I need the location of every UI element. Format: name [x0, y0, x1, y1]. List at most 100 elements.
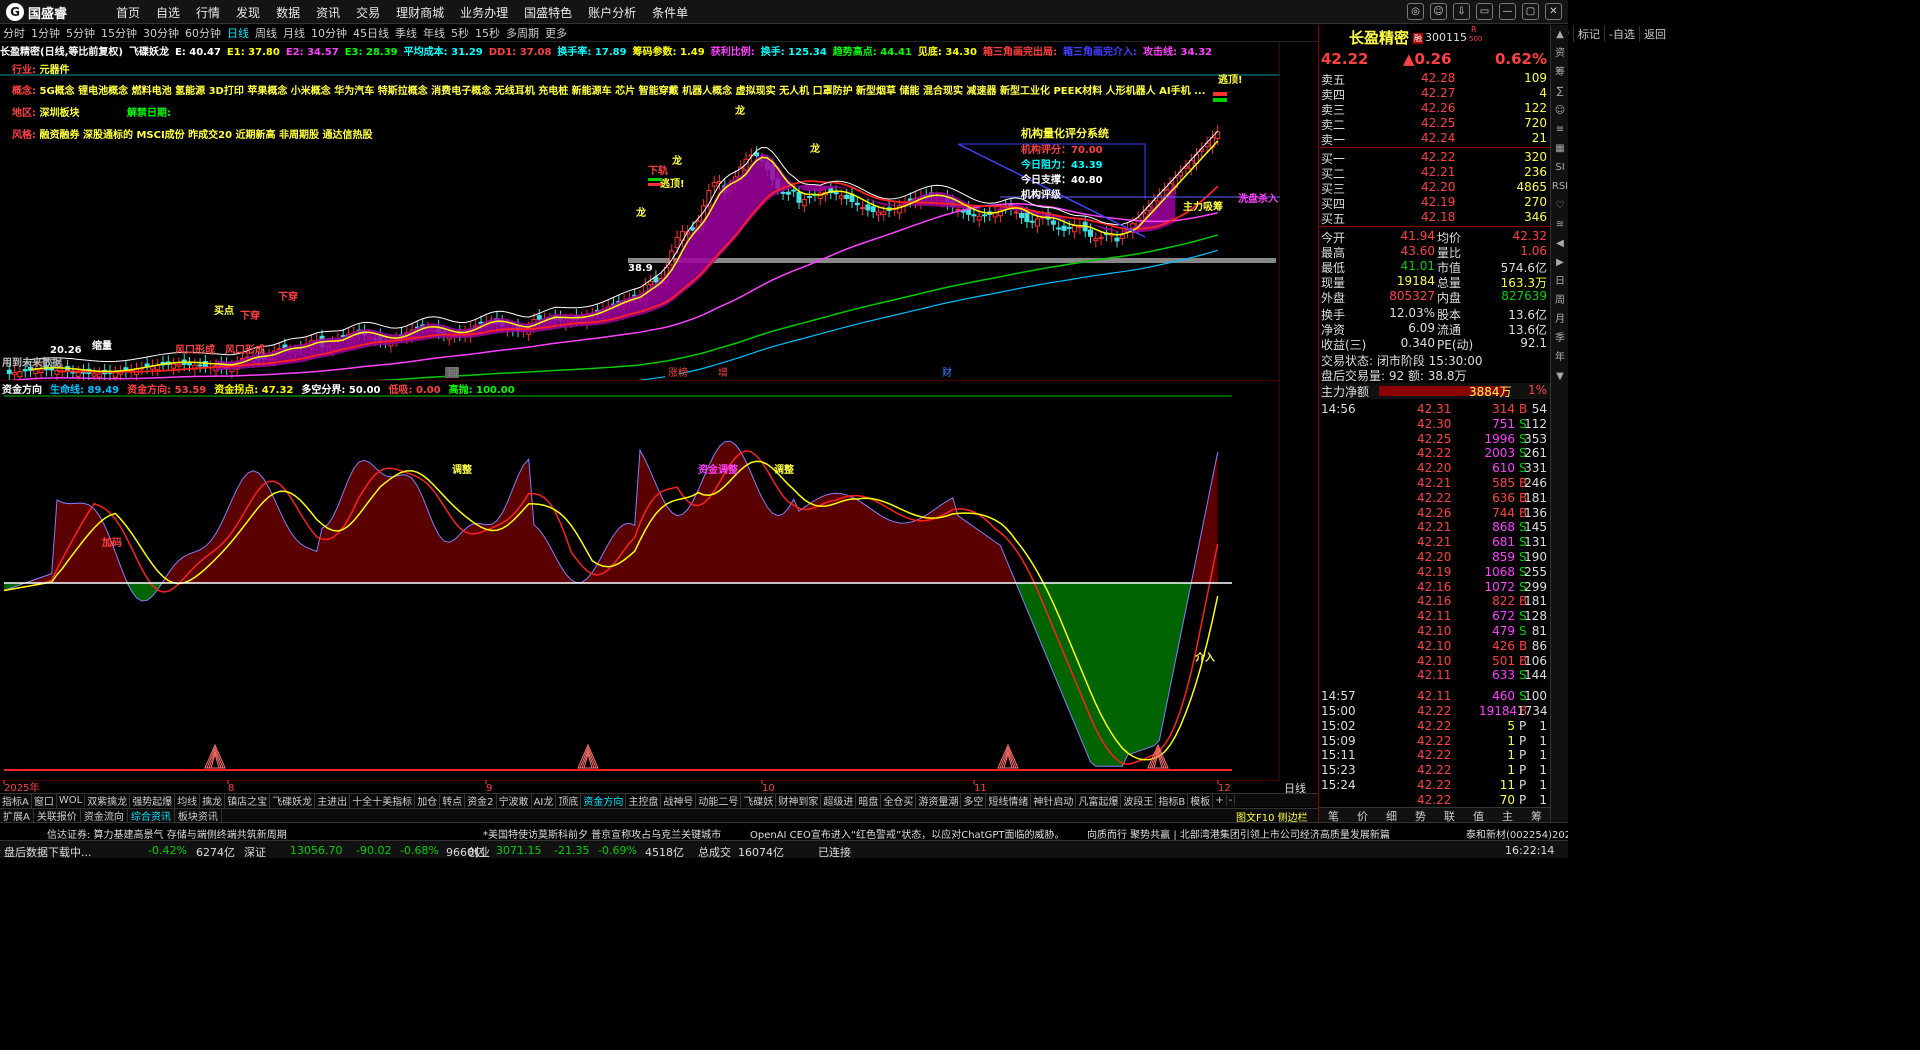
- period-14[interactable]: 15秒: [472, 25, 503, 41]
- ask-row[interactable]: 卖五 42.28 109: [1319, 71, 1551, 87]
- period-6[interactable]: 日线: [224, 25, 252, 41]
- window-control-icon-4[interactable]: —: [1499, 3, 1516, 20]
- sidebar-icon-0[interactable]: ▲: [1551, 25, 1569, 44]
- indicator-tab-6[interactable]: 擒龙: [200, 793, 226, 808]
- sidebar-icon-1[interactable]: 资: [1551, 44, 1569, 63]
- period-3[interactable]: 15分钟: [98, 25, 140, 41]
- indicator-tab-27[interactable]: 多空: [961, 793, 987, 808]
- window-control-icon-0[interactable]: ◎: [1407, 3, 1424, 20]
- window-control-icon-5[interactable]: ▢: [1522, 3, 1539, 20]
- indicator-tab-31[interactable]: 波段王: [1121, 793, 1157, 808]
- news-ticker[interactable]: 信达证券: 算力基建高景气 存储与端侧终端共筑新周期 *美国特使访莫斯科前夕 普京…: [0, 822, 1568, 840]
- bid-row[interactable]: 买四 42.19 270: [1319, 195, 1551, 211]
- ask-row[interactable]: 卖四 42.27 4: [1319, 86, 1551, 102]
- sidebar-icon-7[interactable]: SI: [1551, 158, 1569, 177]
- menu-item-10[interactable]: 账户分析: [580, 4, 644, 21]
- indicator-tab-22[interactable]: 财神到家: [776, 793, 822, 808]
- sidebar-icon-17[interactable]: 年: [1551, 348, 1569, 367]
- menu-item-3[interactable]: 发现: [228, 4, 268, 21]
- bid-row[interactable]: 买五 42.18 346: [1319, 210, 1551, 226]
- sidebar-icon-10[interactable]: ≋: [1551, 215, 1569, 234]
- period-0[interactable]: 分时: [0, 25, 28, 41]
- indicator-tab-21[interactable]: 飞碟妖: [741, 793, 777, 808]
- indicator-tab-4[interactable]: 强势起爆: [130, 793, 176, 808]
- sidebar-icon-2[interactable]: 筹: [1551, 63, 1569, 82]
- period-16[interactable]: 更多: [542, 25, 570, 41]
- sub-tab-0[interactable]: 扩展A: [0, 808, 34, 823]
- indicator-tab-23[interactable]: 超级进: [821, 793, 857, 808]
- menu-item-4[interactable]: 数据: [268, 4, 308, 21]
- quote-tab-5[interactable]: 值: [1473, 808, 1484, 823]
- sidebar-icon-4[interactable]: ☺: [1551, 101, 1569, 120]
- fund-direction-chart[interactable]: 100.090.0080.0070.0060.0050.0040.0030.00…: [0, 380, 1280, 780]
- period-2[interactable]: 5分钟: [63, 25, 98, 41]
- news-item[interactable]: 信达证券: 算力基建高景气 存储与端侧终端共筑新周期: [47, 826, 287, 840]
- menu-item-2[interactable]: 行情: [188, 4, 228, 21]
- indicator-tab-2[interactable]: WOL: [57, 795, 86, 806]
- period-15[interactable]: 多周期: [503, 25, 542, 41]
- ask-row[interactable]: 卖三 42.26 122: [1319, 101, 1551, 117]
- indicator-tab-24[interactable]: 暗盘: [856, 793, 882, 808]
- sidebar-icon-5[interactable]: ≡: [1551, 120, 1569, 139]
- indicator-tab-20[interactable]: 动能二号: [696, 793, 742, 808]
- menu-item-6[interactable]: 交易: [348, 4, 388, 21]
- period-4[interactable]: 30分钟: [140, 25, 182, 41]
- sidebar-icon-8[interactable]: RSI: [1551, 177, 1569, 196]
- bid-row[interactable]: 买二 42.21 236: [1319, 165, 1551, 181]
- quote-tab-7[interactable]: 筹: [1531, 808, 1542, 823]
- sub-tab-3[interactable]: 综合资讯: [128, 808, 175, 823]
- quote-tab-0[interactable]: 笔: [1328, 808, 1339, 823]
- menu-item-1[interactable]: 自选: [148, 4, 188, 21]
- sub-tab-2[interactable]: 资金流向: [81, 808, 128, 823]
- indicator-tab-5[interactable]: 均线: [175, 793, 201, 808]
- window-control-icon-1[interactable]: ☺: [1430, 3, 1447, 20]
- indicator-tab-18[interactable]: 主控盘: [626, 793, 662, 808]
- indicator-tab-12[interactable]: 转点: [440, 793, 466, 808]
- indicator-tab-25[interactable]: 全仓买: [881, 793, 917, 808]
- indicator-tab-28[interactable]: 短线情绪: [986, 793, 1032, 808]
- menu-item-0[interactable]: 首页: [108, 4, 148, 21]
- menu-item-11[interactable]: 条件单: [644, 4, 696, 21]
- indicator-tab-15[interactable]: AI龙: [532, 793, 557, 808]
- indicator-tab-9[interactable]: 主进出: [315, 793, 351, 808]
- sidebar-icon-11[interactable]: ◀: [1551, 234, 1569, 253]
- indicator-tab-33[interactable]: 模板: [1188, 793, 1214, 808]
- ask-row[interactable]: 卖二 42.25 720: [1319, 116, 1551, 132]
- indicator-tab-29[interactable]: 神针启动: [1031, 793, 1077, 808]
- news-item[interactable]: *美国特使访莫斯科前夕 普京宣称攻占乌克兰关键城市: [483, 826, 721, 840]
- quote-tab-4[interactable]: 联: [1444, 808, 1455, 823]
- sidebar-icon-15[interactable]: 月: [1551, 310, 1569, 329]
- indicator-tab-8[interactable]: 飞碟妖龙: [270, 793, 316, 808]
- menu-item-9[interactable]: 国盛特色: [516, 4, 580, 21]
- sidebar-icon-14[interactable]: 周: [1551, 291, 1569, 310]
- period-11[interactable]: 季线: [392, 25, 420, 41]
- indicator-tab-3[interactable]: 双紫擒龙: [85, 793, 131, 808]
- quote-tab-1[interactable]: 价: [1357, 808, 1368, 823]
- indicator-tab-7[interactable]: 镇店之宝: [225, 793, 271, 808]
- window-control-icon-3[interactable]: ▭: [1476, 3, 1493, 20]
- menu-item-7[interactable]: 理财商城: [388, 4, 452, 21]
- indicator-tab-10[interactable]: 十全十美指标: [350, 793, 416, 808]
- window-control-icon-6[interactable]: ✕: [1545, 3, 1562, 20]
- tool-button-8[interactable]: 返回: [1639, 25, 1670, 42]
- period-5[interactable]: 60分钟: [182, 25, 224, 41]
- indicator-tab-35[interactable]: -: [1227, 795, 1236, 806]
- sidebar-icon-3[interactable]: ∑: [1551, 82, 1569, 101]
- period-1[interactable]: 1分钟: [28, 25, 63, 41]
- window-control-icon-2[interactable]: ⇩: [1453, 3, 1470, 20]
- indicator-tab-11[interactable]: 加仓: [415, 793, 441, 808]
- indicator-tab-16[interactable]: 顶底: [556, 793, 582, 808]
- indicator-tab-32[interactable]: 指标B: [1156, 793, 1189, 808]
- quote-tab-3[interactable]: 势: [1415, 808, 1426, 823]
- period-9[interactable]: 10分钟: [308, 25, 350, 41]
- sub-tab-1[interactable]: 关联报价: [34, 808, 81, 823]
- sidebar-icon-18[interactable]: ▼: [1551, 367, 1569, 386]
- sidebar-icon-12[interactable]: ▶: [1551, 253, 1569, 272]
- period-13[interactable]: 5秒: [448, 25, 472, 41]
- indicator-tab-34[interactable]: +: [1213, 795, 1227, 806]
- period-10[interactable]: 45日线: [350, 25, 392, 41]
- bid-row[interactable]: 买三 42.20 4865: [1319, 180, 1551, 196]
- sidebar-icon-6[interactable]: ▦: [1551, 139, 1569, 158]
- ask-row[interactable]: 卖一 42.24 21: [1319, 131, 1551, 147]
- quote-tab-2[interactable]: 细: [1386, 808, 1397, 823]
